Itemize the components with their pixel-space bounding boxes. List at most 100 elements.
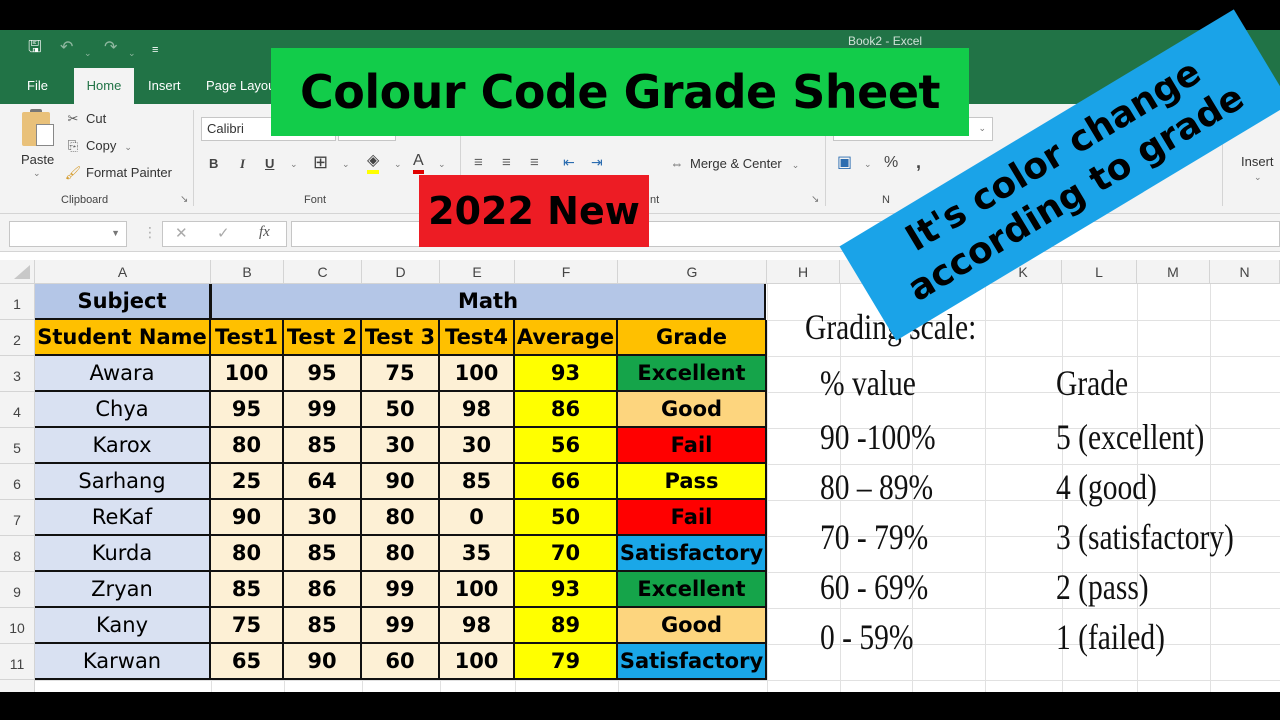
test-score-cell[interactable]: 85 [284,608,362,644]
save-icon[interactable]: 🖫 [28,39,42,57]
header-cell-test-2[interactable]: Test 2 [284,320,362,356]
font-color-dropdown-icon[interactable]: ⌄ [438,159,446,170]
test-score-cell[interactable]: 90 [362,464,440,500]
test-score-cell[interactable]: 30 [362,428,440,464]
grade-cell[interactable]: Fail [618,500,767,536]
student-name-cell[interactable]: Zryan [35,572,211,608]
subject-value-cell[interactable]: Math [210,284,766,320]
align-right-icon[interactable]: ≡ [530,154,539,171]
student-name-cell[interactable]: Awara [35,356,211,392]
copy-dropdown-icon[interactable]: ⌄ [124,142,132,152]
test-score-cell[interactable]: 65 [211,644,284,680]
test-score-cell[interactable]: 25 [211,464,284,500]
underline-dropdown-icon[interactable]: ⌄ [290,159,298,170]
test-score-cell[interactable]: 85 [284,428,362,464]
tab-file[interactable]: File [16,68,59,104]
test-score-cell[interactable]: 64 [284,464,362,500]
column-header-g[interactable]: G [618,260,767,284]
column-header-a[interactable]: A [35,260,211,284]
fill-color-dropdown-icon[interactable]: ⌄ [394,159,402,170]
cut-button[interactable]: ✂ Cut [64,111,107,127]
header-cell-test-3[interactable]: Test 3 [362,320,440,356]
row-header-9[interactable]: 9 [0,572,35,608]
borders-dropdown-icon[interactable]: ⌄ [342,159,350,170]
grade-cell[interactable]: Pass [618,464,767,500]
student-name-cell[interactable]: Kany [35,608,211,644]
align-center-icon[interactable]: ≡ [502,154,511,171]
student-name-cell[interactable]: Kurda [35,536,211,572]
italic-button[interactable]: I [240,156,245,172]
header-cell-test4[interactable]: Test4 [440,320,515,356]
grade-cell[interactable]: Satisfactory [618,644,767,680]
row-header-5[interactable]: 5 [0,428,35,464]
paste-dropdown-icon[interactable]: ⌄ [33,168,41,179]
copy-button[interactable]: ⎘ Copy ⌄ [64,138,132,154]
test-score-cell[interactable]: 100 [211,356,284,392]
borders-icon[interactable]: ⊞ [313,152,328,173]
select-all-button[interactable] [0,260,35,284]
increase-indent-icon[interactable]: ⇥ [591,154,603,171]
row-header-8[interactable]: 8 [0,536,35,572]
student-name-cell[interactable]: Karwan [35,644,211,680]
test-score-cell[interactable]: 85 [284,536,362,572]
undo-dropdown-icon[interactable]: ⌄ [84,44,92,62]
tab-insert[interactable]: Insert [137,68,192,104]
underline-button[interactable]: U [265,156,274,171]
test-score-cell[interactable]: 99 [284,392,362,428]
grade-cell[interactable]: Satisfactory [618,536,767,572]
test-score-cell[interactable]: 100 [440,644,515,680]
test-score-cell[interactable]: 0 [440,500,515,536]
header-cell-average[interactable]: Average [515,320,618,356]
grade-cell[interactable]: Good [618,392,767,428]
test-score-cell[interactable]: 50 [362,392,440,428]
test-score-cell[interactable]: 30 [284,500,362,536]
test-score-cell[interactable]: 98 [440,392,515,428]
test-score-cell[interactable]: 100 [440,356,515,392]
undo-icon[interactable]: ↶ [60,39,73,57]
percent-style-button[interactable]: % [884,154,898,172]
average-cell[interactable]: 93 [515,356,618,392]
grade-cell[interactable]: Good [618,608,767,644]
row-header-12[interactable]: 12 [0,680,35,692]
customize-qat-icon[interactable]: ≡ [152,41,158,59]
test-score-cell[interactable]: 100 [440,572,515,608]
name-box[interactable]: ▼ [9,221,127,247]
test-score-cell[interactable]: 95 [284,356,362,392]
row-header-2[interactable]: 2 [0,320,35,356]
average-cell[interactable]: 86 [515,392,618,428]
insert-cells-button[interactable]: Insert [1241,154,1274,169]
test-score-cell[interactable]: 80 [362,500,440,536]
column-header-b[interactable]: B [211,260,284,284]
test-score-cell[interactable]: 86 [284,572,362,608]
test-score-cell[interactable]: 80 [211,428,284,464]
average-cell[interactable]: 70 [515,536,618,572]
alignment-launcher-icon[interactable]: ↘ [811,194,819,205]
student-name-cell[interactable]: Chya [35,392,211,428]
test-score-cell[interactable]: 85 [440,464,515,500]
insert-function-icon[interactable]: fx [259,224,270,241]
row-header-3[interactable]: 3 [0,356,35,392]
column-header-e[interactable]: E [440,260,515,284]
test-score-cell[interactable]: 95 [211,392,284,428]
average-cell[interactable]: 79 [515,644,618,680]
grade-cell[interactable]: Fail [618,428,767,464]
student-name-cell[interactable]: ReKaf [35,500,211,536]
row-header-10[interactable]: 10 [0,608,35,644]
column-header-n[interactable]: N [1210,260,1280,284]
align-left-icon[interactable]: ≡ [474,154,483,171]
row-header-7[interactable]: 7 [0,500,35,536]
subject-label-cell[interactable]: Subject [35,284,211,320]
average-cell[interactable]: 56 [515,428,618,464]
clipboard-launcher-icon[interactable]: ↘ [180,194,188,205]
test-score-cell[interactable]: 90 [211,500,284,536]
grade-cell[interactable]: Excellent [618,356,767,392]
fill-color-icon[interactable]: ◈ [367,152,380,174]
format-painter-button[interactable]: 🖌 Format Painter [64,165,172,181]
merge-dropdown-icon[interactable]: ⌄ [792,160,800,170]
row-header-6[interactable]: 6 [0,464,35,500]
redo-icon[interactable]: ↷ [104,39,117,57]
header-cell-grade[interactable]: Grade [618,320,767,356]
column-header-c[interactable]: C [284,260,362,284]
row-header-4[interactable]: 4 [0,392,35,428]
number-format-dropdown-icon[interactable]: ⌄ [978,123,986,134]
